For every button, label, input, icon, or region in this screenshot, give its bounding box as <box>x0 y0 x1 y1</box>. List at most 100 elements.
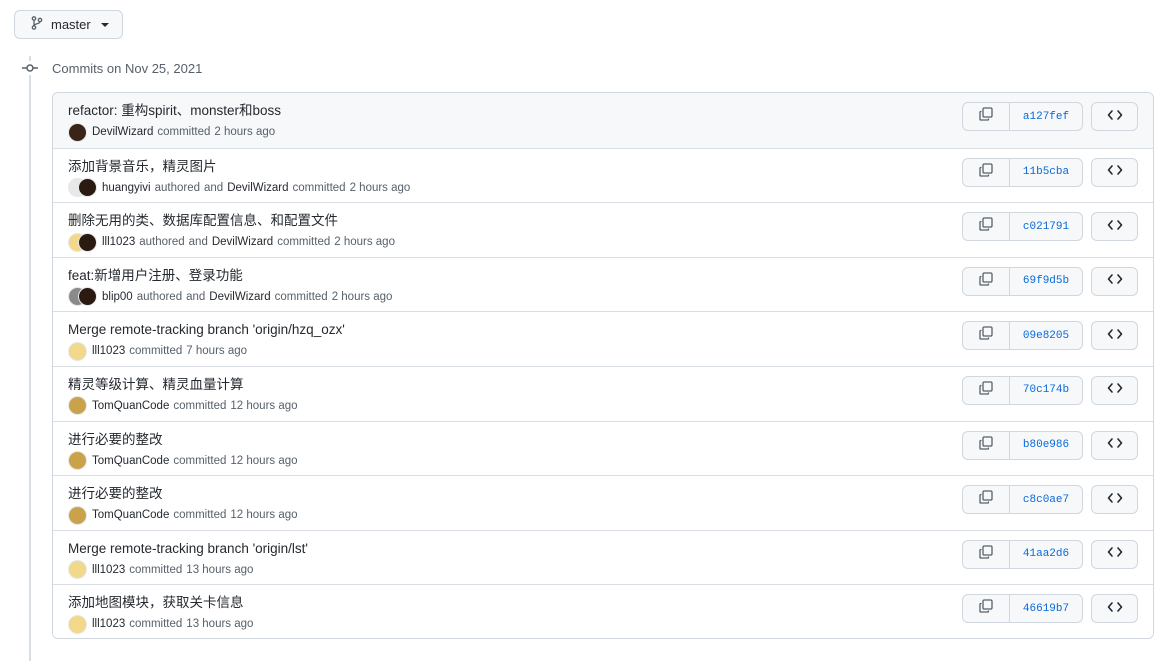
committer-author-link[interactable]: DevilWizard <box>212 236 273 248</box>
commit-author-link[interactable]: lll1023 <box>102 236 135 248</box>
commit-title-link[interactable]: 添加地图模块，获取关卡信息 <box>68 594 244 611</box>
browse-repo-button[interactable] <box>1091 539 1138 569</box>
commit-meta: blip00 authored and DevilWizard committed 2 … <box>68 287 392 307</box>
commit-author-link[interactable]: TomQuanCode <box>92 509 169 521</box>
committed-label: committed <box>129 345 183 358</box>
commit-title-link[interactable]: Merge remote-tracking branch 'origin/lst… <box>68 540 308 557</box>
branch-select-button[interactable]: master <box>14 10 123 39</box>
commit-sha-group: 46619b7 <box>962 594 1083 624</box>
code-icon <box>1107 491 1123 509</box>
copy-sha-button[interactable] <box>963 213 1010 241</box>
commit-row: refactor: 重构spirit、monster和boss DevilWiz… <box>53 93 1153 148</box>
commit-author-link[interactable]: TomQuanCode <box>92 455 169 467</box>
commit-title-link[interactable]: Merge remote-tracking branch 'origin/hzq… <box>68 321 345 338</box>
copy-sha-button[interactable] <box>963 595 1010 623</box>
browse-repo-button[interactable] <box>1091 321 1138 351</box>
code-icon <box>1107 218 1123 236</box>
copy-icon <box>979 599 993 618</box>
commit-sha-group: c8c0ae7 <box>962 485 1083 515</box>
caret-down-icon <box>100 22 109 27</box>
avatar[interactable] <box>68 614 87 634</box>
commit-title-link[interactable]: 添加背景音乐，精灵图片 <box>68 158 217 175</box>
avatar-stack <box>68 232 97 252</box>
commit-title-link[interactable]: 删除无用的类、数据库配置信息、和配置文件 <box>68 212 338 229</box>
copy-sha-button[interactable] <box>963 103 1010 130</box>
commit-meta: lll1023 committed 7 hours ago <box>68 341 247 361</box>
commit-sha-group: 70c174b <box>962 375 1083 405</box>
committer-author-link[interactable]: DevilWizard <box>227 182 288 194</box>
commits-date-heading: Commits on Nov 25, 2021 <box>52 61 203 76</box>
commit-meta: DevilWizard committed 2 hours ago <box>68 122 275 142</box>
commit-list: refactor: 重构spirit、monster和boss DevilWiz… <box>52 92 1154 639</box>
copy-sha-button[interactable] <box>963 158 1010 186</box>
avatar-stack <box>68 396 87 416</box>
browse-repo-button[interactable] <box>1091 430 1138 460</box>
avatar[interactable] <box>68 505 87 525</box>
commit-sha-link[interactable]: 46619b7 <box>1010 595 1082 622</box>
avatar[interactable] <box>68 341 87 361</box>
avatar[interactable] <box>68 451 87 471</box>
committer-author-link[interactable]: DevilWizard <box>209 291 270 303</box>
commit-author-link[interactable]: DevilWizard <box>92 126 153 138</box>
commit-sha-group: a127fef <box>962 102 1083 131</box>
commit-sha-link[interactable]: b80e986 <box>1010 432 1082 459</box>
avatar[interactable] <box>68 396 87 416</box>
commit-sha-group: 11b5cba <box>962 157 1083 187</box>
git-branch-icon <box>31 16 43 33</box>
copy-icon <box>979 381 993 400</box>
commit-time: 2 hours ago <box>334 236 395 249</box>
commit-author-link[interactable]: blip00 <box>102 291 133 303</box>
committed-label: committed <box>173 454 227 467</box>
commit-sha-link[interactable]: c021791 <box>1010 213 1082 240</box>
authored-label: authored <box>139 236 185 249</box>
avatar-stack <box>68 505 87 525</box>
commit-title-link[interactable]: 精灵等级计算、精灵血量计算 <box>68 376 244 393</box>
commit-sha-link[interactable]: 09e8205 <box>1010 322 1082 349</box>
commit-title-link[interactable]: feat:新增用户注册、登录功能 <box>68 267 243 284</box>
commit-title-link[interactable]: 进行必要的整改 <box>68 485 163 502</box>
avatar[interactable] <box>78 287 97 307</box>
commit-title-link[interactable]: refactor: 重构spirit、monster和boss <box>68 102 281 119</box>
browse-repo-button[interactable] <box>1091 375 1138 405</box>
committed-label: committed <box>277 236 331 249</box>
avatar[interactable] <box>78 178 97 198</box>
commit-meta: TomQuanCode committed 12 hours ago <box>68 451 298 471</box>
browse-repo-button[interactable] <box>1091 485 1138 515</box>
commit-meta: huangyivi authored and DevilWizard committe… <box>68 178 410 198</box>
commit-sha-link[interactable]: 70c174b <box>1010 377 1082 404</box>
copy-sha-button[interactable] <box>963 540 1010 568</box>
timeline-line <box>29 56 31 661</box>
browse-repo-button[interactable] <box>1091 594 1138 624</box>
commit-sha-group: 69f9d5b <box>962 266 1083 296</box>
browse-repo-button[interactable] <box>1091 157 1138 187</box>
avatar[interactable] <box>68 560 87 580</box>
browse-repo-button[interactable] <box>1091 212 1138 242</box>
commit-author-link[interactable]: lll1023 <box>92 345 125 357</box>
committed-label: committed <box>129 563 183 576</box>
copy-sha-button[interactable] <box>963 267 1010 295</box>
avatar[interactable] <box>68 122 87 142</box>
commit-sha-link[interactable]: 41aa2d6 <box>1010 541 1082 568</box>
copy-sha-button[interactable] <box>963 322 1010 350</box>
copy-sha-button[interactable] <box>963 376 1010 404</box>
copy-sha-button[interactable] <box>963 431 1010 459</box>
authored-label: authored <box>154 181 200 194</box>
commit-sha-link[interactable]: c8c0ae7 <box>1010 486 1082 513</box>
commit-author-link[interactable]: lll1023 <box>92 618 125 630</box>
copy-sha-button[interactable] <box>963 486 1010 514</box>
commit-sha-link[interactable]: 11b5cba <box>1010 159 1082 186</box>
commit-time: 2 hours ago <box>349 181 411 194</box>
commit-row: 精灵等级计算、精灵血量计算 TomQuanCode committed 12 ho… <box>53 365 1153 421</box>
browse-repo-button[interactable] <box>1091 102 1138 131</box>
avatar[interactable] <box>78 232 97 252</box>
avatar-stack <box>68 341 87 361</box>
commit-title-link[interactable]: 进行必要的整改 <box>68 431 163 448</box>
commit-author-link[interactable]: TomQuanCode <box>92 400 169 412</box>
commit-sha-link[interactable]: 69f9d5b <box>1010 268 1082 295</box>
commit-sha-link[interactable]: a127fef <box>1010 103 1082 130</box>
browse-repo-button[interactable] <box>1091 266 1138 296</box>
code-icon <box>1107 272 1123 290</box>
commit-author-link[interactable]: huangyivi <box>102 182 151 194</box>
commit-time: 13 hours ago <box>186 618 254 631</box>
commit-author-link[interactable]: lll1023 <box>92 564 125 576</box>
